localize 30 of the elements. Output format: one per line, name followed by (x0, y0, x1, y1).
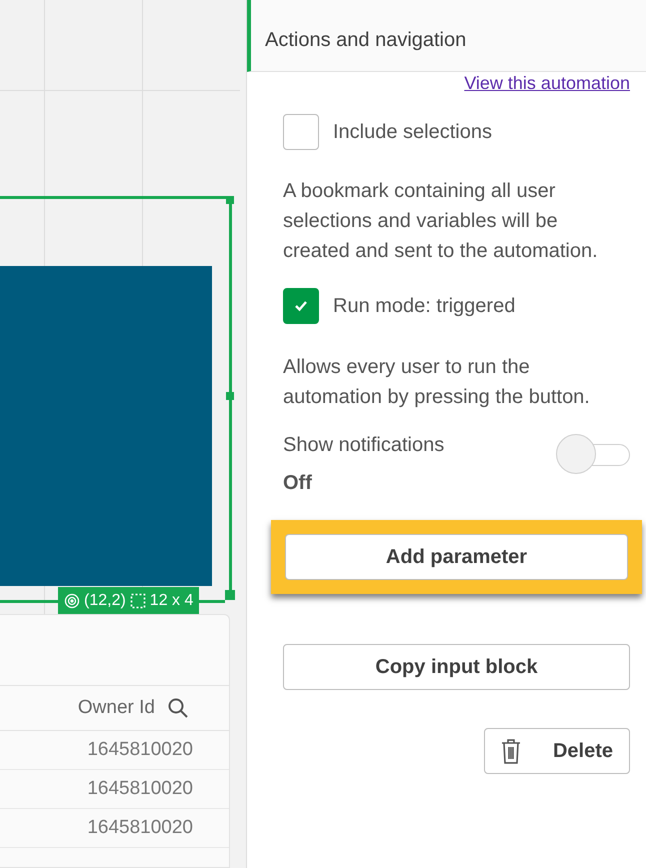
action-button[interactable]: Copy input block (283, 644, 630, 690)
size-icon (130, 593, 146, 609)
selection-line[interactable] (199, 600, 225, 602)
checkbox-label: Run mode: triggered (333, 294, 516, 319)
panel-title: Actions and navigation (265, 28, 466, 52)
table-cell-text: 1645810020 (87, 776, 193, 801)
checkmark-icon (294, 300, 308, 312)
table-cell-text: 1645810020 (87, 816, 193, 840)
column-header[interactable]: Owner Id (78, 694, 155, 722)
resize-handle[interactable] (226, 196, 234, 204)
search-icon[interactable] (167, 697, 189, 719)
toggle-label: Show notifications (283, 433, 444, 458)
automation-link[interactable]: View this automation (464, 72, 630, 94)
checkbox[interactable] (283, 114, 319, 150)
checkbox[interactable] (283, 288, 319, 324)
selection-line[interactable] (0, 600, 58, 602)
delete-button[interactable]: Delete (484, 728, 630, 774)
target-icon (64, 593, 80, 609)
description-text: Allows every user to run the automation by pressing the button. (283, 355, 591, 410)
action-button[interactable]: Add parameter (285, 534, 628, 580)
checkbox-label: Include selections (333, 120, 492, 145)
resize-handle[interactable] (225, 590, 235, 600)
toggle-value: Off (283, 471, 313, 496)
size-text: 12 x 4 (150, 591, 194, 611)
trash-icon (501, 738, 521, 764)
table-cell-text: 1645810020 (87, 738, 193, 762)
resize-handle[interactable] (226, 392, 234, 400)
toggle-switch[interactable] (556, 434, 630, 476)
position-text: (12,2) (84, 591, 126, 611)
description-text: A bookmark containing all user selections and variables will be created and sent to the automation. (283, 179, 599, 264)
